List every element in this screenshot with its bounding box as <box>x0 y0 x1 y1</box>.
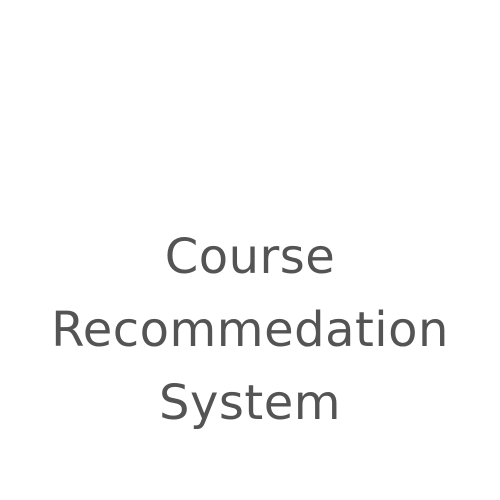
title-line-1: Course <box>164 229 336 285</box>
title-line-2: Recommedation <box>51 302 449 358</box>
cover-canvas: Course Recommedation System <box>0 0 500 500</box>
title-line-3: System <box>159 375 341 431</box>
title: Course Recommedation System <box>0 221 500 440</box>
